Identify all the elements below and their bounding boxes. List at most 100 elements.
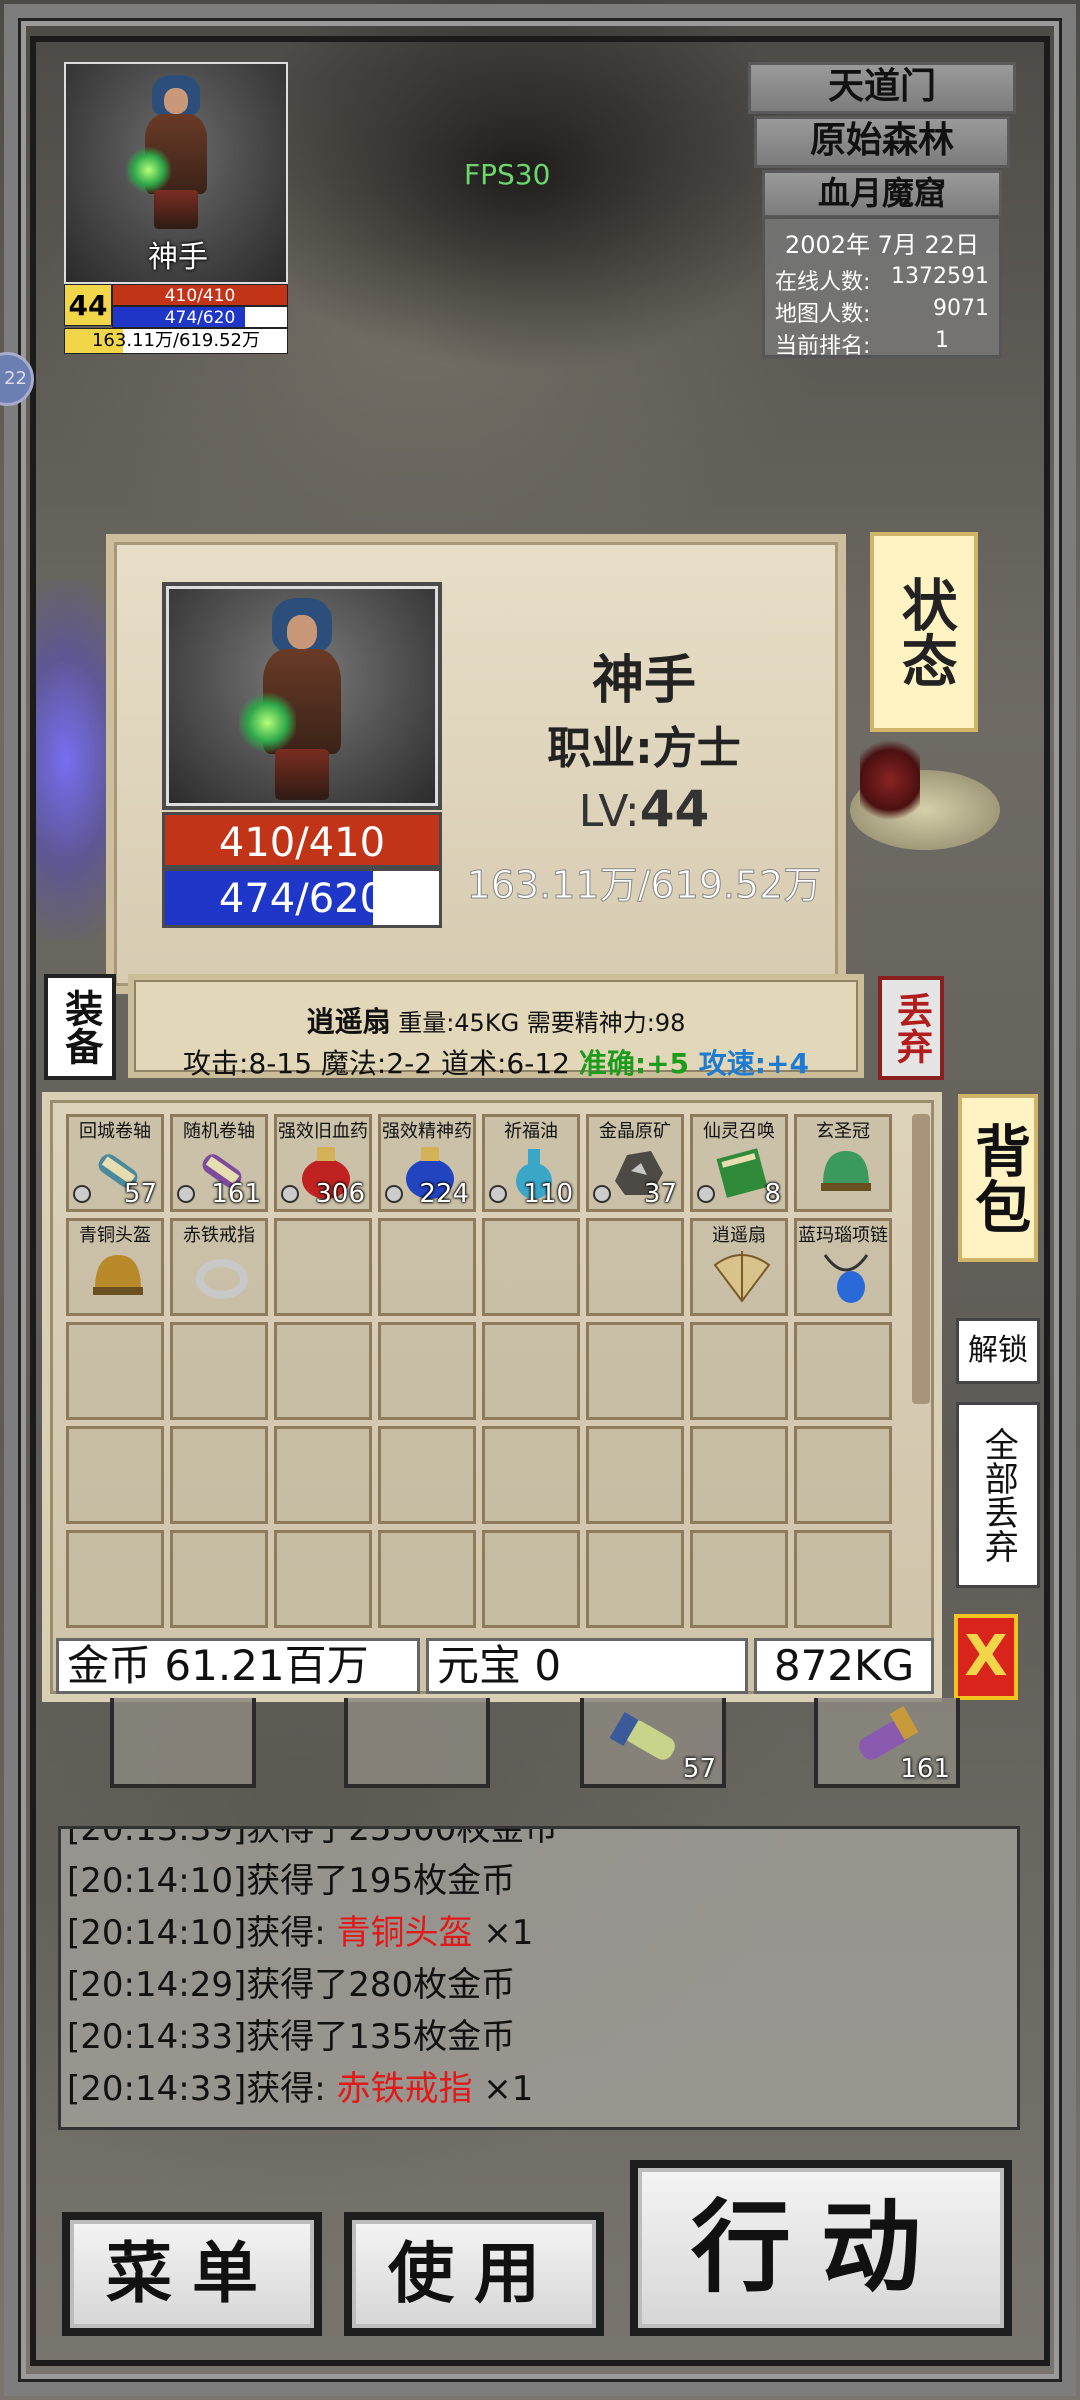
bind-lock-icon bbox=[281, 1185, 299, 1203]
currency-row: 金币 61.21百万 元宝 0 872KG bbox=[56, 1638, 936, 1694]
bag-item[interactable]: 祈福油 110 bbox=[482, 1114, 580, 1212]
unlock-button[interactable]: 解锁 bbox=[956, 1318, 1040, 1384]
bag-cell[interactable] bbox=[378, 1218, 476, 1316]
log-item: 赤铁戒指 bbox=[336, 2069, 473, 2109]
bag-item[interactable]: 玄圣冠 bbox=[794, 1114, 892, 1212]
bag-cell[interactable] bbox=[170, 1322, 268, 1420]
hero-figure-icon bbox=[227, 594, 377, 804]
rank-label: 当前排名: bbox=[775, 334, 871, 359]
drop-all-button[interactable]: 全部丢弃 bbox=[956, 1402, 1040, 1588]
bag-cell[interactable] bbox=[586, 1426, 684, 1524]
bag-item[interactable]: 逍遥扇 bbox=[690, 1218, 788, 1316]
ingot-box: 元宝 0 bbox=[426, 1638, 748, 1694]
quick-slot-3[interactable]: 57 bbox=[580, 1698, 726, 1788]
bag-item[interactable]: 赤铁戒指 bbox=[170, 1218, 268, 1316]
bind-lock-icon bbox=[489, 1185, 507, 1203]
bag-cell[interactable] bbox=[66, 1530, 164, 1628]
bag-cell[interactable] bbox=[274, 1426, 372, 1524]
bag-item-count: 306 bbox=[315, 1179, 365, 1209]
log-text: [20:14:10]获得了195枚金币 bbox=[67, 1861, 516, 1901]
bag-item[interactable]: 金晶原矿 37 bbox=[586, 1114, 684, 1212]
monster-sprite[interactable] bbox=[860, 740, 920, 820]
quick-slot-4[interactable]: 161 bbox=[814, 1698, 960, 1788]
close-button[interactable]: X bbox=[954, 1614, 1018, 1700]
bag-item[interactable]: 回城卷轴 57 bbox=[66, 1114, 164, 1212]
bag-item[interactable]: 仙灵召唤 8 bbox=[690, 1114, 788, 1212]
bag-item-name: 强效旧血药 bbox=[278, 1121, 368, 1142]
log-text: [20:14:33]获得: bbox=[67, 2069, 337, 2109]
log-line: [20:14:33]获得了135枚金币 bbox=[67, 2011, 1011, 2063]
bag-cell[interactable] bbox=[274, 1530, 372, 1628]
region-label[interactable]: 原始森林 bbox=[754, 116, 1010, 168]
log-line: [20:14:10]获得了195枚金币 bbox=[67, 1855, 1011, 1907]
bag-cell[interactable] bbox=[170, 1530, 268, 1628]
status-hp: 410/410 bbox=[162, 812, 442, 868]
zone-label[interactable]: 血月魔窟 bbox=[762, 170, 1002, 218]
bag-cell[interactable] bbox=[482, 1426, 580, 1524]
ingot-value: 0 bbox=[534, 1641, 562, 1690]
gold-value: 61.21百万 bbox=[164, 1641, 369, 1690]
fps-counter: FPS30 bbox=[464, 158, 551, 191]
player-portrait[interactable]: 神手 bbox=[64, 62, 288, 284]
drop-button[interactable]: 丢弃 bbox=[878, 976, 944, 1080]
bag-cell[interactable] bbox=[586, 1530, 684, 1628]
log-text: [20:14:29]获得了280枚金币 bbox=[67, 1965, 516, 2005]
bag-item[interactable]: 随机卷轴 161 bbox=[170, 1114, 268, 1212]
quick-slot-1[interactable] bbox=[110, 1698, 256, 1788]
use-button[interactable]: 使用 bbox=[344, 2212, 604, 2336]
bag-cell[interactable] bbox=[586, 1322, 684, 1420]
bag-cell[interactable] bbox=[482, 1218, 580, 1316]
bag-cell[interactable] bbox=[482, 1322, 580, 1420]
bag-item[interactable]: 青铜头盔 bbox=[66, 1218, 164, 1316]
sect-label[interactable]: 天道门 bbox=[748, 62, 1016, 114]
ingot-label: 元宝 bbox=[437, 1641, 522, 1690]
hp-bar: 410/410 bbox=[112, 284, 288, 306]
bag-item-name: 仙灵召唤 bbox=[703, 1121, 775, 1142]
bag-item-count: 224 bbox=[419, 1179, 469, 1209]
bind-lock-icon bbox=[177, 1185, 195, 1203]
bag-item[interactable]: 强效旧血药 306 bbox=[274, 1114, 372, 1212]
bag-cell[interactable] bbox=[378, 1426, 476, 1524]
bag-scrollbar[interactable] bbox=[912, 1114, 930, 1404]
bag-cell[interactable] bbox=[690, 1322, 788, 1420]
status-job: 职业:方士 bbox=[547, 723, 741, 774]
quick-slot-count: 161 bbox=[900, 1754, 950, 1784]
bag-cell[interactable] bbox=[378, 1322, 476, 1420]
log-line: [20:14:10]获得: 青铜头盔 ×1 bbox=[67, 1907, 1011, 1959]
bag-cell[interactable] bbox=[274, 1218, 372, 1316]
bag-panel: 回城卷轴 57 随机卷轴 161 强效旧血药 306 强效精神药 224 祈福油 110 金晶原矿 3… bbox=[42, 1092, 942, 1702]
bag-cell[interactable] bbox=[794, 1530, 892, 1628]
bag-cell[interactable] bbox=[66, 1426, 164, 1524]
equip-tab[interactable]: 装备 bbox=[44, 974, 116, 1080]
bag-tab[interactable]: 背包 bbox=[958, 1094, 1038, 1262]
menu-button[interactable]: 菜单 bbox=[62, 2212, 322, 2336]
log-line: [20:13:39]获得了25500枚金币 bbox=[67, 1829, 1011, 1855]
log-qty: ×1 bbox=[472, 1913, 534, 1953]
quick-slot-2[interactable] bbox=[344, 1698, 490, 1788]
bag-item-name: 蓝玛瑙项链 bbox=[798, 1225, 888, 1246]
bag-cell[interactable] bbox=[378, 1530, 476, 1628]
bag-cell[interactable] bbox=[482, 1530, 580, 1628]
map-count-label: 地图人数: bbox=[775, 302, 871, 327]
bag-cell[interactable] bbox=[170, 1426, 268, 1524]
bag-cell[interactable] bbox=[794, 1426, 892, 1524]
bag-cell[interactable] bbox=[794, 1322, 892, 1420]
action-button[interactable]: 行动 bbox=[630, 2160, 1012, 2336]
tooltip-line-2: 攻击:8-15 魔法:2-2 道术:6-12 准确:+5 攻速:+4 bbox=[134, 1042, 858, 1082]
bag-cell[interactable] bbox=[274, 1322, 372, 1420]
bag-item-count: 161 bbox=[211, 1179, 261, 1209]
bag-cell[interactable] bbox=[690, 1426, 788, 1524]
bag-cell[interactable] bbox=[690, 1530, 788, 1628]
bag-item[interactable]: 蓝玛瑙项链 bbox=[794, 1218, 892, 1316]
bind-lock-icon bbox=[385, 1185, 403, 1203]
bag-cell[interactable] bbox=[66, 1322, 164, 1420]
tooltip-weight: 重量:45KG 需要精神力:98 bbox=[390, 1009, 686, 1037]
bag-item[interactable]: 强效精神药 224 bbox=[378, 1114, 476, 1212]
rank-value: 1 bbox=[935, 328, 949, 353]
online-label: 在线人数: bbox=[775, 270, 871, 295]
log-qty: ×1 bbox=[472, 2069, 534, 2109]
bag-cell[interactable] bbox=[586, 1218, 684, 1316]
message-log[interactable]: [20:13:39]获得了25500枚金币 [20:14:10]获得了195枚金… bbox=[58, 1826, 1020, 2130]
gold-box: 金币 61.21百万 bbox=[56, 1638, 420, 1694]
status-tab[interactable]: 状态 bbox=[870, 532, 978, 732]
